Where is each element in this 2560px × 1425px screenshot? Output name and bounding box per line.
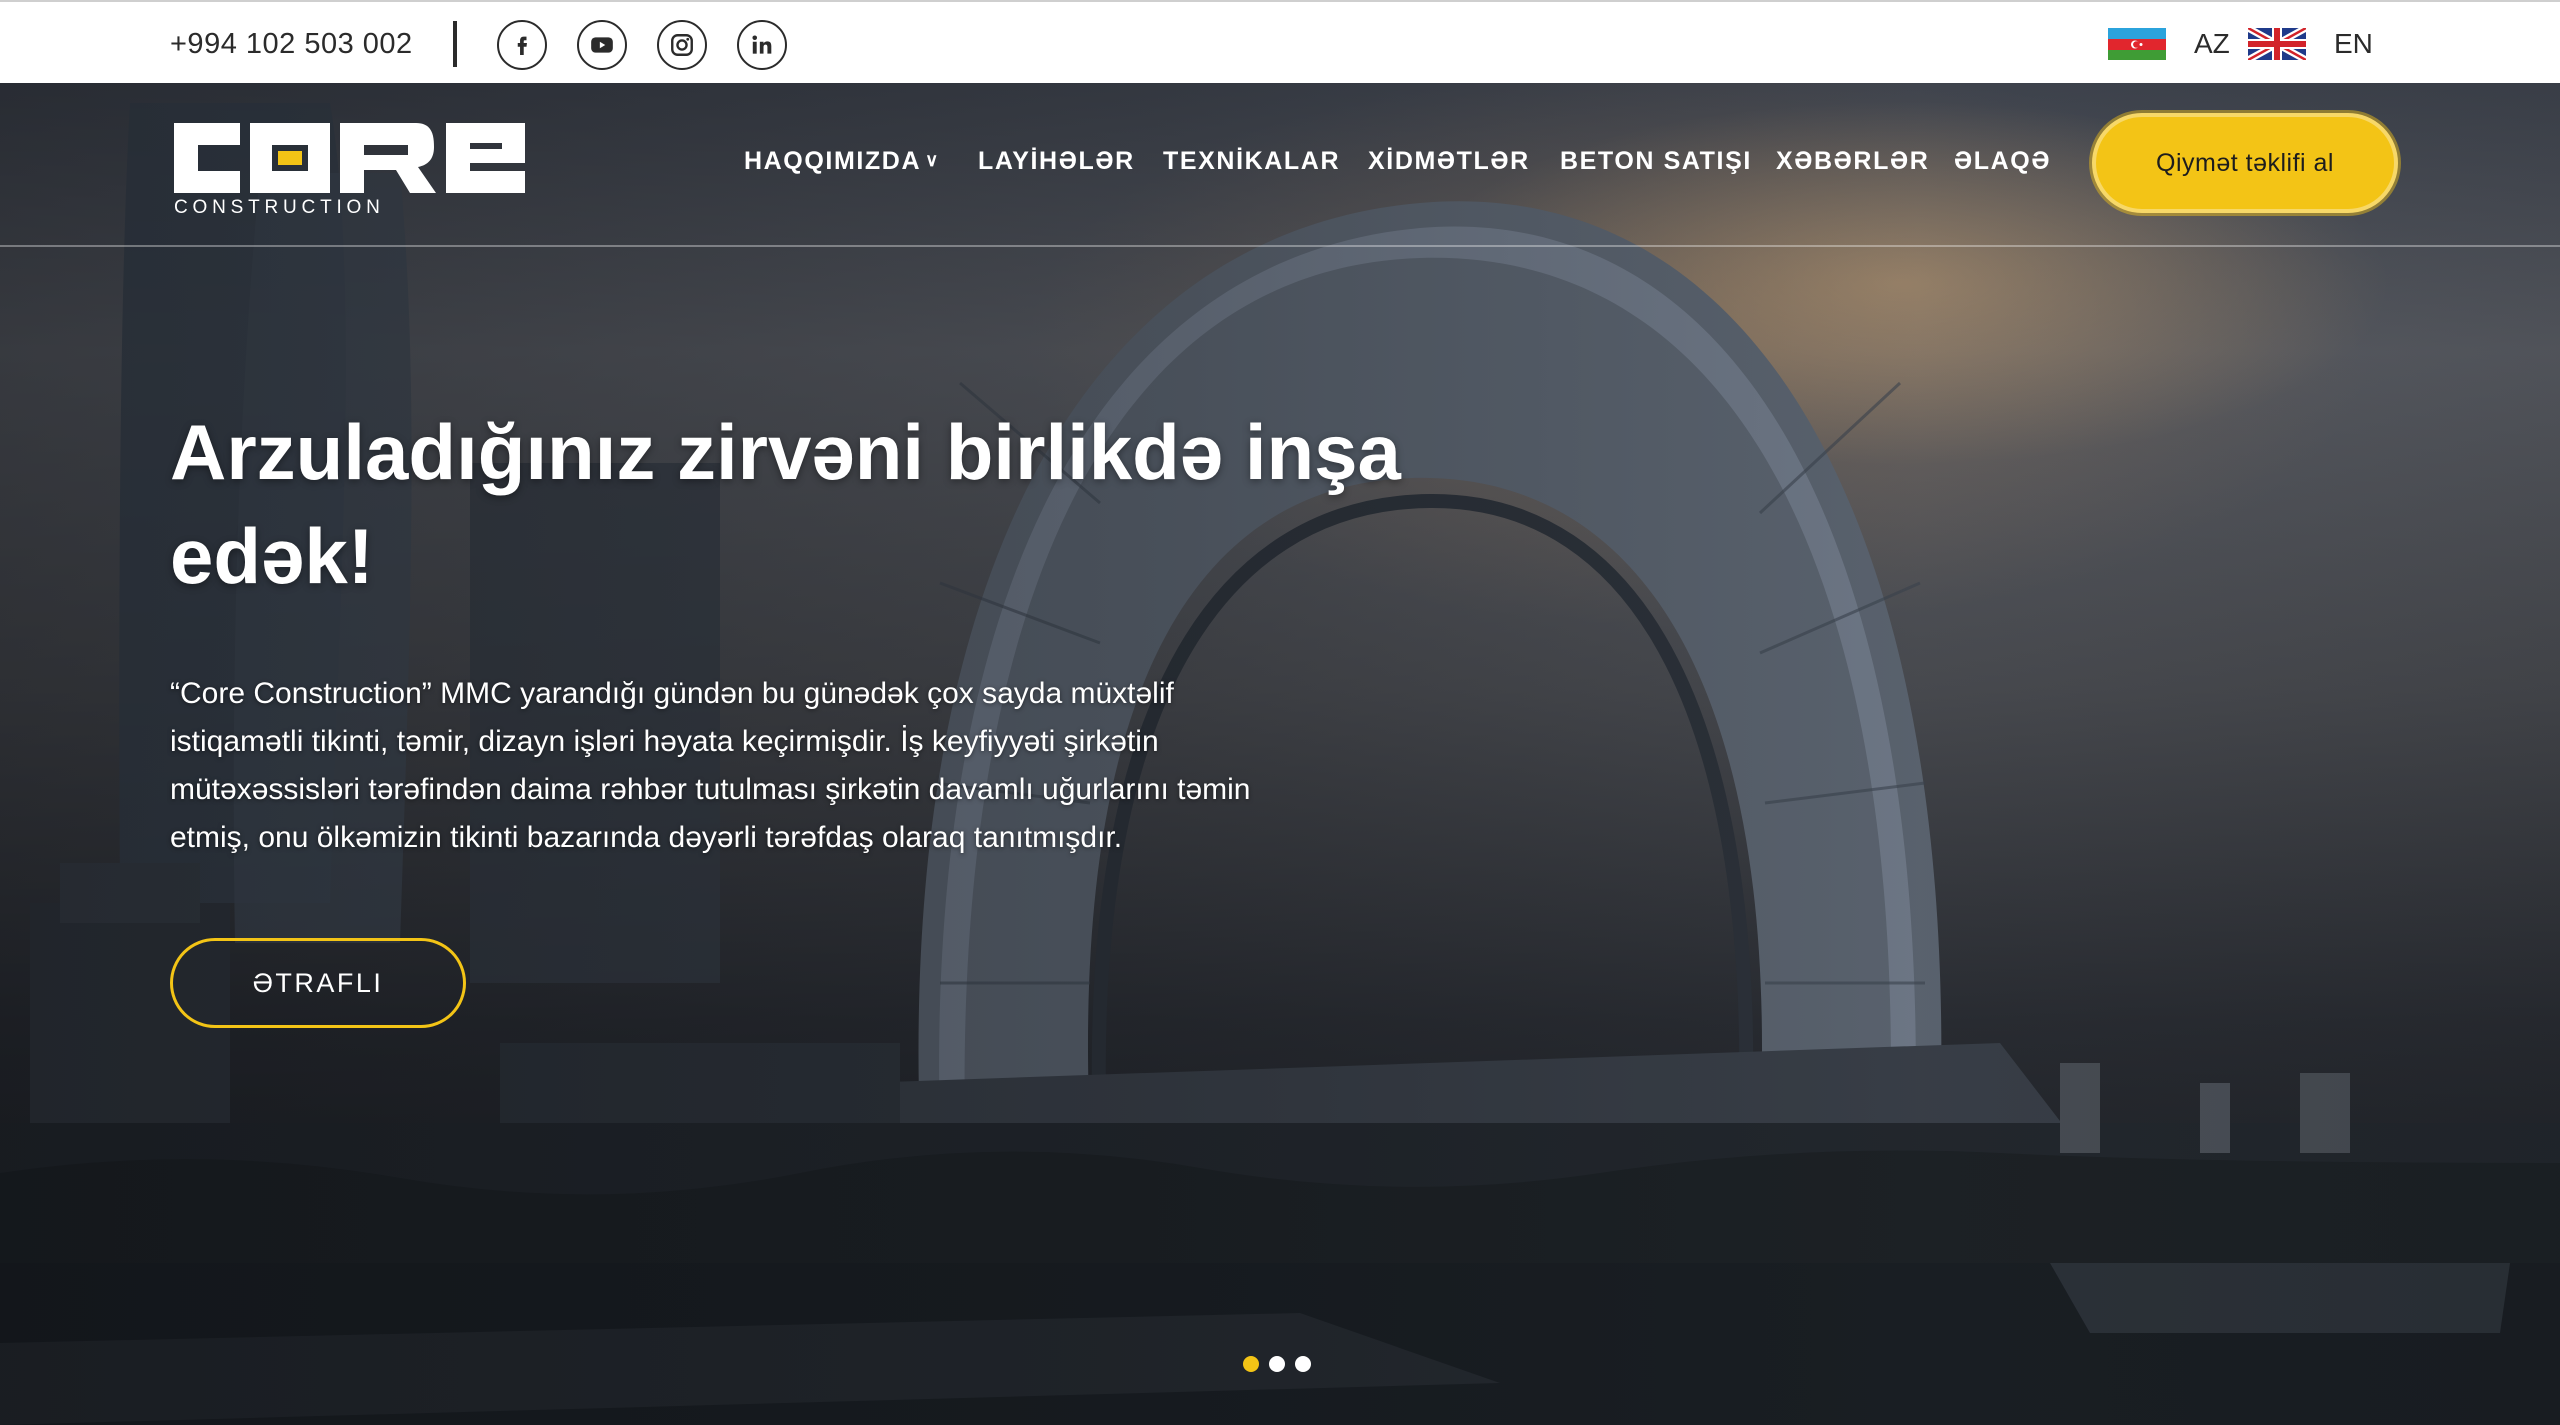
get-quote-button[interactable]: Qiymət təklifi al [2092,113,2398,213]
hero-description: “Core Construction” MMC yarandığı gündən… [170,670,1410,862]
hero-headline-line: edək! [170,512,374,600]
read-more-button[interactable]: ƏTRAFLI [170,938,466,1028]
logo-tagline: CONSTRUCTION [174,197,385,215]
nav-item-layiheler[interactable]: LAYİHƏLƏR [978,147,1135,176]
hero-description-line: etmiş, onu ölkəmizin tikinti bazarında d… [170,821,1123,854]
hero-description-line: istiqamətli tikinti, təmir, dizayn işlər… [170,725,1159,758]
hero-headline-line: Arzuladığınız zirvəni birlikdə inşa [170,408,1401,496]
top-bar: +994 102 503 002 AZ EN [0,0,2560,83]
facebook-icon[interactable] [497,20,547,70]
nav-item-texnikalar[interactable]: TEXNİKALAR [1163,147,1340,176]
slider-dot-3[interactable] [1295,1356,1311,1372]
nav-item-elaqe[interactable]: ƏLAQƏ [1954,147,2051,176]
lang-az[interactable]: AZ [2194,28,2230,60]
hero-headline: Arzuladığınız zirvəni birlikdə inşa edək… [170,400,1470,608]
phone-number[interactable]: +994 102 503 002 [170,28,413,61]
slider-pagination [1243,1356,1311,1372]
youtube-icon[interactable] [577,20,627,70]
nav-item-xidmetler[interactable]: XİDMƏTLƏR [1368,147,1530,176]
main-navbar: CONSTRUCTION HAQQIMIZDA ∨ LAYİHƏLƏR TEXNİ… [0,83,2560,247]
nav-item-haqqimizda[interactable]: HAQQIMIZDA ∨ [744,147,940,176]
core-construction-logo[interactable]: CONSTRUCTION [170,115,530,215]
topbar-divider [453,21,457,67]
slider-dot-1[interactable] [1243,1356,1259,1372]
hero-description-line: mütəxəssisləri tərəfindən daima rəhbər t… [170,773,1251,806]
hero-description-line: “Core Construction” MMC yarandığı gündən… [170,677,1174,710]
linkedin-icon[interactable] [737,20,787,70]
uk-flag-icon[interactable] [2248,28,2306,60]
nav-item-xeberler[interactable]: XƏBƏRLƏR [1776,147,1929,176]
slider-dot-2[interactable] [1269,1356,1285,1372]
nav-item-beton-satisi[interactable]: BETON SATIŞI [1560,147,1752,176]
lang-en[interactable]: EN [2334,28,2373,60]
instagram-icon[interactable] [657,20,707,70]
chevron-down-icon: ∨ [925,150,940,170]
azerbaijan-flag-icon[interactable] [2108,28,2166,60]
nav-item-label: HAQQIMIZDA [744,147,922,175]
